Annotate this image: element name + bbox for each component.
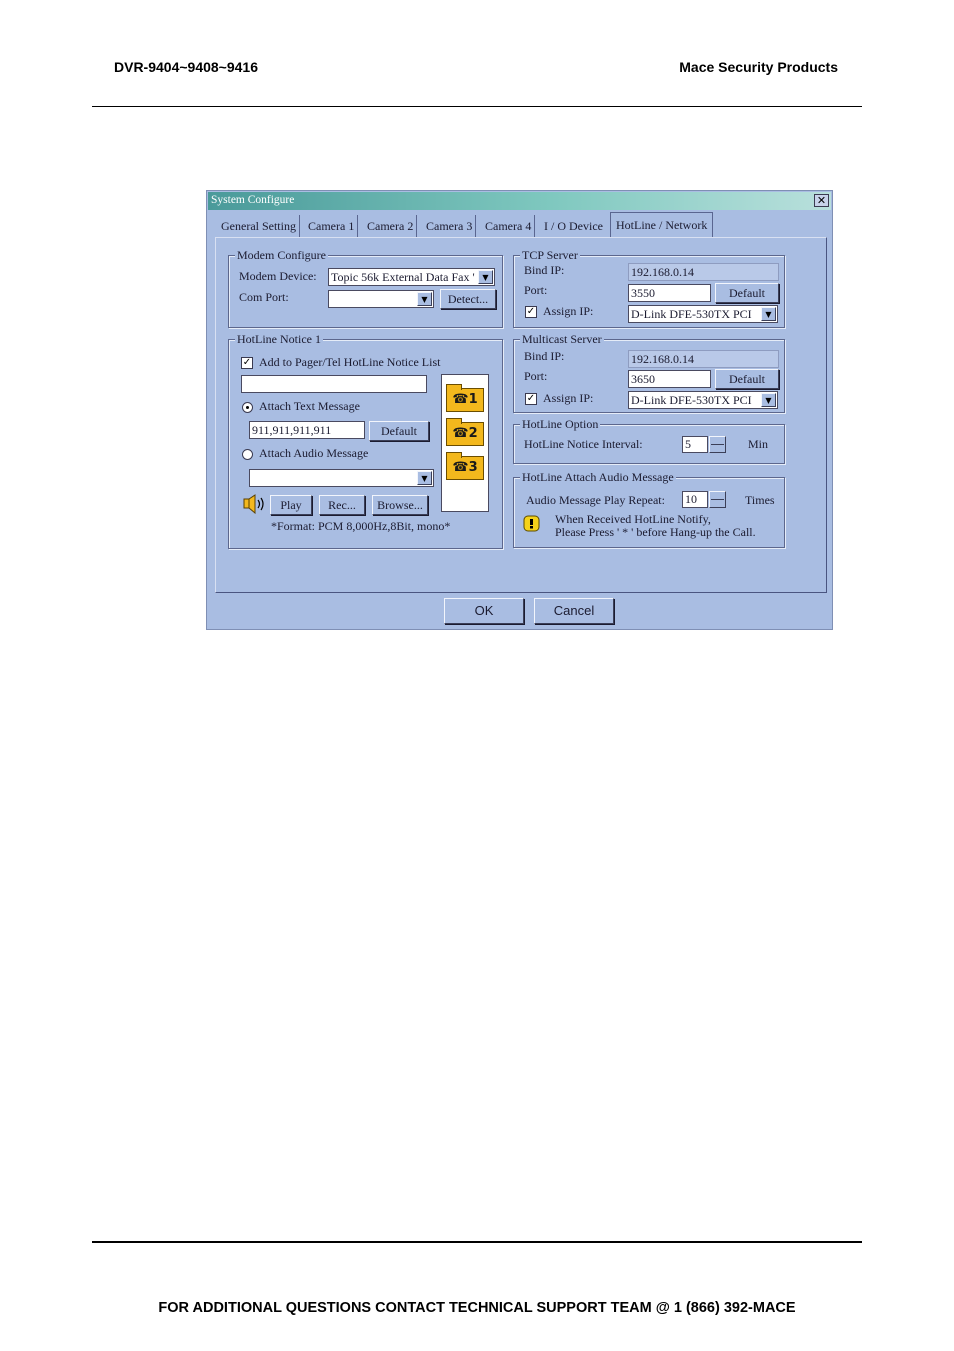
tab-hotline-network[interactable]: HotLine / Network [610,212,714,238]
hotline-notice-title: HotLine Notice 1 [235,332,323,347]
audio-format-note: *Format: PCM 8,000Hz,8Bit, mono* [271,519,451,533]
tcp-nic-value: D-Link DFE-530TX PCI [631,307,752,321]
browse-button[interactable]: Browse... [372,495,428,515]
modem-configure-title: Modem Configure [235,248,328,263]
doc-model-header: DVR-9404~9408~9416 [114,59,259,75]
tcp-port-label: Port: [524,283,548,297]
multicast-port-label: Port: [524,369,548,383]
hotline-slot-list: ☎1 ☎2 ☎3 [441,374,489,512]
audio-message-title: HotLine Attach Audio Message [520,470,676,485]
multicast-bind-ip-label: Bind IP: [524,349,565,363]
play-button[interactable]: Play [270,495,312,515]
attach-audio-radio[interactable] [242,449,253,460]
hotline-folder-2-icon[interactable]: ☎2 [446,418,484,446]
audio-file-select[interactable]: ▼ [249,469,434,487]
notice-interval-value[interactable]: 5 [682,436,708,453]
footer-rule [92,1241,862,1243]
text-message-input[interactable]: 911,911,911,911 [249,421,365,439]
attach-text-radio[interactable] [242,402,253,413]
tcp-nic-select[interactable]: D-Link DFE-530TX PCI ▼ [628,305,778,323]
tcp-bind-ip-label: Bind IP: [524,263,565,277]
cancel-button[interactable]: Cancel [534,598,614,624]
header-rule [92,106,862,107]
com-port-select[interactable]: ▼ [328,290,434,308]
multicast-nic-value: D-Link DFE-530TX PCI [631,393,752,407]
support-contact-footer: FOR ADDITIONAL QUESTIONS CONTACT TECHNIC… [158,1300,796,1316]
detect-button[interactable]: Detect... [440,289,496,309]
tcp-bind-ip-value: 192.168.0.14 [628,263,779,281]
multicast-nic-select[interactable]: D-Link DFE-530TX PCI ▼ [628,391,778,409]
chevron-down-icon[interactable]: ▼ [417,292,432,306]
ok-button[interactable]: OK [444,598,524,624]
tcp-port-input[interactable]: 3550 [628,284,711,302]
multicast-default-button[interactable]: Default [715,369,779,389]
notice-list-input[interactable] [241,375,427,393]
play-repeat-value[interactable]: 10 [682,491,708,508]
modem-device-select[interactable]: Topic 56k External Data Fax ' ▼ [328,268,495,286]
chevron-down-icon[interactable]: ▼ [761,307,776,321]
multicast-assign-ip-checkbox[interactable]: ✓ [525,393,537,405]
interval-unit: Min [748,437,769,451]
speaker-icon [243,494,264,514]
tcp-assign-ip-label: Assign IP: [543,304,594,318]
tab-camera-1[interactable]: Camera 1 [308,215,359,237]
text-default-button[interactable]: Default [369,421,429,441]
close-icon[interactable]: ✕ [814,194,829,207]
chevron-down-icon[interactable]: ▼ [478,270,493,284]
multicast-assign-ip-label: Assign IP: [543,391,594,405]
spinner-arrows-icon[interactable] [709,436,726,453]
modem-device-label: Modem Device: [239,269,317,283]
tab-general-setting[interactable]: General Setting [221,215,300,237]
chevron-down-icon[interactable]: ▼ [417,471,432,485]
system-configure-dialog: System Configure ✕ General Setting Camer… [206,190,833,630]
dialog-titlebar[interactable]: System Configure ✕ [208,192,831,210]
press-note-line-2: Please Press ' * ' before Hang-up the Ca… [555,525,756,539]
add-to-list-checkbox[interactable]: ✓ [241,357,253,369]
repeat-unit: Times [745,493,775,507]
doc-company-header: Mace Security Products [679,59,838,75]
com-port-label: Com Port: [239,290,289,304]
attach-audio-label: Attach Audio Message [259,446,369,460]
tab-camera-3[interactable]: Camera 3 [426,215,477,237]
notice-interval-label: HotLine Notice Interval: [524,437,643,451]
tab-camera-2[interactable]: Camera 2 [367,215,418,237]
hotline-folder-1-icon[interactable]: ☎1 [446,384,484,412]
warning-icon [523,515,540,532]
multicast-bind-ip-value: 192.168.0.14 [628,350,779,368]
hotline-option-title: HotLine Option [520,417,601,432]
tcp-default-button[interactable]: Default [715,283,779,303]
notice-interval-spinner[interactable]: 5 [682,436,726,453]
tcp-assign-ip-checkbox[interactable]: ✓ [525,306,537,318]
multicast-port-input[interactable]: 3650 [628,370,711,388]
tab-io-device[interactable]: I / O Device [544,215,603,237]
tcp-server-title: TCP Server [520,248,580,263]
play-repeat-spinner[interactable]: 10 [682,491,726,508]
add-to-list-label: Add to Pager/Tel HotLine Notice List [259,355,441,369]
play-repeat-label: Audio Message Play Repeat: [526,493,665,507]
tab-camera-4[interactable]: Camera 4 [485,215,536,237]
hotline-folder-3-icon[interactable]: ☎3 [446,452,484,480]
spinner-arrows-icon[interactable] [709,491,726,508]
attach-text-label: Attach Text Message [259,399,360,413]
chevron-down-icon[interactable]: ▼ [761,393,776,407]
multicast-server-title: Multicast Server [520,332,604,347]
modem-device-value: Topic 56k External Data Fax ' [331,270,475,284]
record-button[interactable]: Rec... [319,495,365,515]
dialog-title: System Configure [211,194,295,206]
